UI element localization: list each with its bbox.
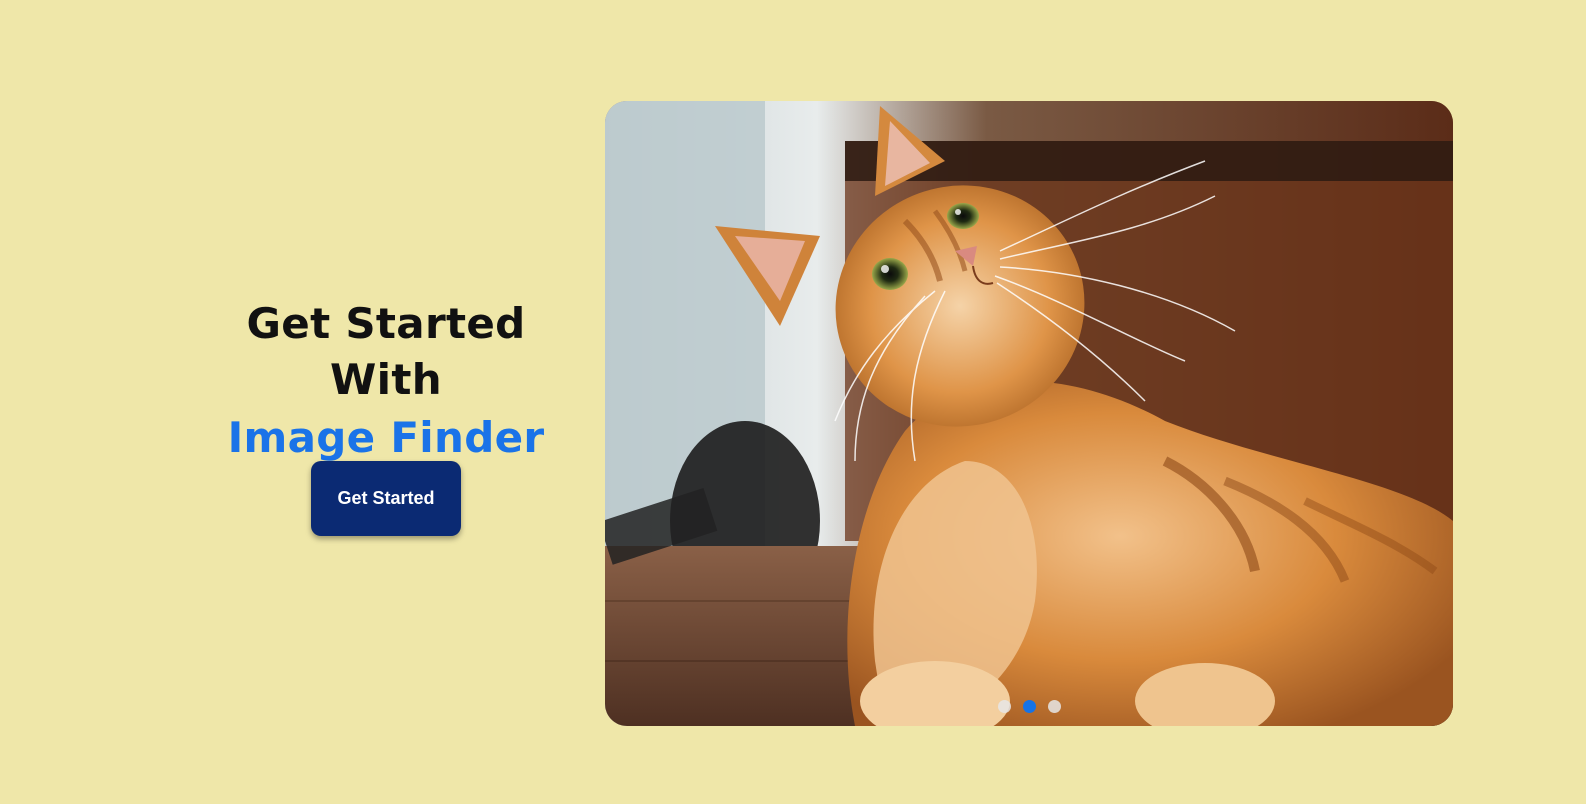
headline-app-name: Image Finder	[227, 413, 545, 462]
get-started-button[interactable]: Get Started	[311, 461, 461, 536]
cat-photo	[605, 101, 1453, 726]
headline-line-1: Get Started With	[246, 299, 526, 404]
carousel-indicators	[605, 700, 1453, 713]
hero-heading: Get Started With Image Finder	[186, 296, 586, 468]
carousel-dot-2-active[interactable]	[1022, 700, 1036, 713]
carousel-dot-1[interactable]	[997, 700, 1011, 713]
carousel-dot-3[interactable]	[1047, 700, 1061, 713]
image-carousel[interactable]	[605, 101, 1453, 726]
page: Get Started With Image Finder Get Starte…	[0, 0, 1586, 804]
